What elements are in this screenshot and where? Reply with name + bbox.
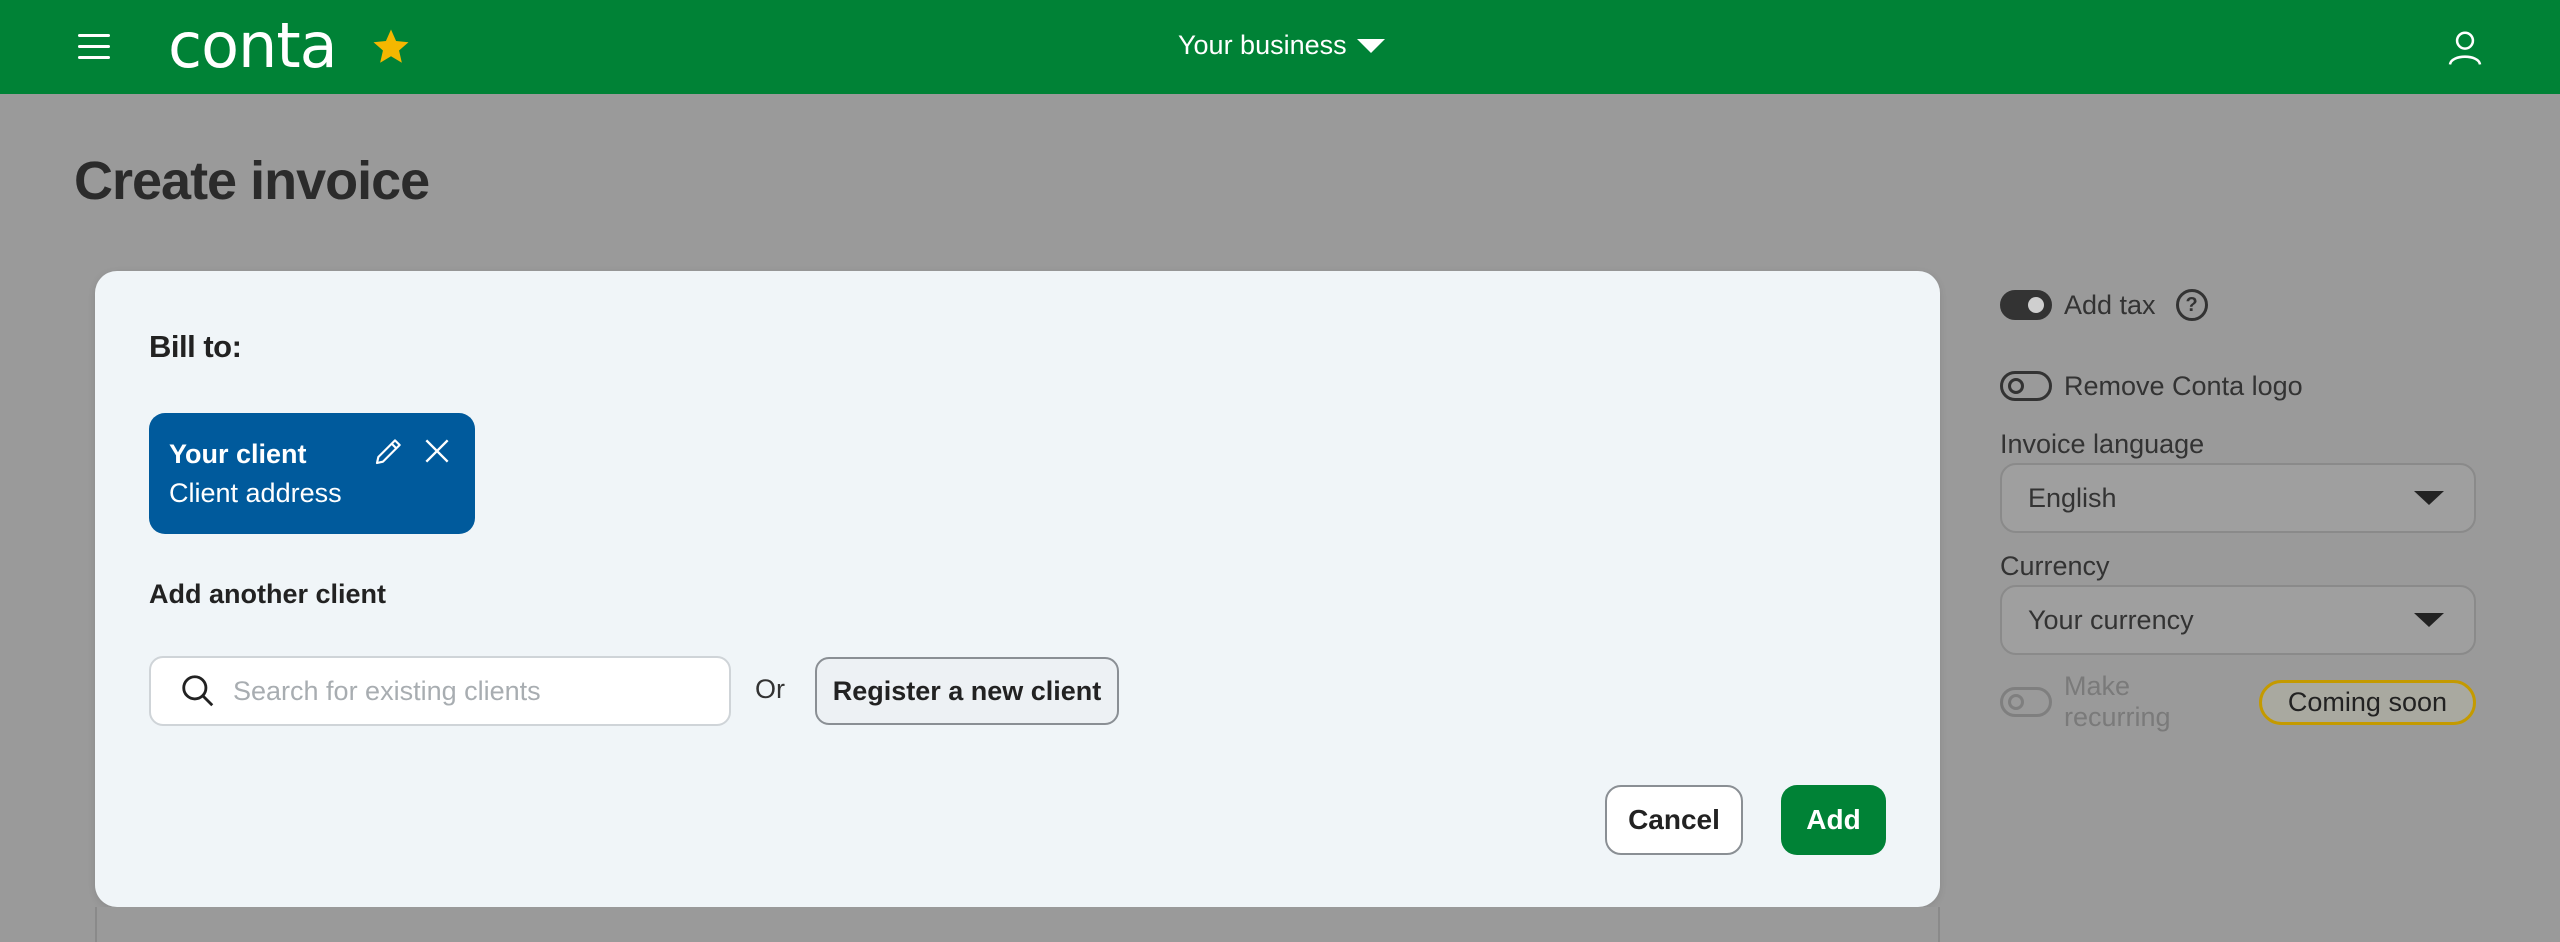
page-title: Create invoice — [74, 151, 430, 211]
or-label: Or — [755, 674, 785, 704]
make-recurring-toggle[interactable] — [2000, 687, 2052, 717]
invoice-language-select[interactable]: English — [2000, 463, 2476, 533]
make-recurring-row: Make recurring Coming soon — [2000, 671, 2476, 732]
bill-to-dialog: Bill to: Your client Client address Add … — [95, 271, 1940, 907]
chevron-down-icon — [1356, 38, 1385, 53]
business-label: Your business — [1178, 30, 1347, 60]
currency-select[interactable]: Your currency — [2000, 585, 2476, 655]
cancel-button[interactable]: Cancel — [1605, 785, 1743, 855]
add-tax-toggle[interactable] — [2000, 290, 2052, 320]
invoice-language-label: Invoice language — [2000, 429, 2205, 459]
selected-client-card: Your client Client address — [149, 413, 475, 534]
chevron-down-icon — [2414, 491, 2444, 505]
remove-logo-row: Remove Conta logo — [2000, 361, 2476, 411]
add-button[interactable]: Add — [1781, 785, 1886, 855]
make-recurring-label: Make recurring — [2064, 671, 2171, 732]
chevron-down-icon — [2414, 613, 2444, 627]
client-address: Client address — [169, 478, 342, 508]
invoice-settings-panel: Add tax ? Remove Conta logo Invoice lang… — [2000, 280, 2476, 732]
add-another-client-label: Add another client — [149, 579, 387, 609]
conta-logo[interactable]: conta — [168, 12, 338, 80]
search-icon — [182, 675, 214, 707]
client-search-input[interactable] — [233, 675, 713, 707]
add-tax-label: Add tax — [2064, 289, 2156, 320]
bill-to-heading: Bill to: — [149, 329, 242, 364]
client-card-actions — [373, 435, 453, 467]
help-icon[interactable]: ? — [2175, 289, 2208, 321]
invoice-language-value: English — [2028, 482, 2117, 513]
star-icon[interactable] — [370, 26, 412, 68]
invoice-form-edge — [95, 907, 1940, 942]
business-selector[interactable]: Your business — [1178, 30, 1385, 61]
client-search-box[interactable] — [149, 656, 731, 726]
add-tax-row: Add tax ? — [2000, 280, 2476, 330]
edit-pencil-icon[interactable] — [373, 435, 405, 467]
menu-icon[interactable] — [78, 34, 110, 60]
user-icon[interactable] — [2446, 28, 2484, 66]
currency-label: Currency — [2000, 551, 2110, 581]
remove-logo-label: Remove Conta logo — [2064, 370, 2303, 401]
register-new-client-button[interactable]: Register a new client — [815, 657, 1119, 725]
coming-soon-badge: Coming soon — [2258, 679, 2476, 725]
top-nav-bar: conta Your business — [0, 0, 2560, 94]
close-icon[interactable] — [421, 435, 453, 467]
currency-value: Your currency — [2028, 604, 2194, 635]
remove-logo-toggle[interactable] — [2000, 371, 2052, 401]
